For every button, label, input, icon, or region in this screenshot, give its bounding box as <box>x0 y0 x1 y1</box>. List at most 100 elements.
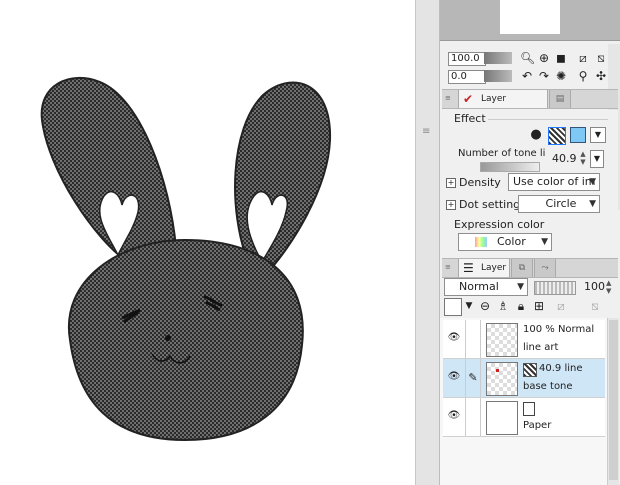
pin-icon[interactable]: ✣ <box>594 69 608 83</box>
mask-disabled-icon[interactable]: ⧅ <box>588 299 602 313</box>
layer-property-icon: ✔ <box>463 92 474 106</box>
reset-icon[interactable]: ✺ <box>554 69 568 83</box>
effect-heading: Effect <box>454 112 486 125</box>
density-dropdown[interactable]: Use color of im ▼ <box>508 173 600 191</box>
paper-layer-icon <box>523 402 535 416</box>
layer-info: 40.9 line <box>539 363 583 374</box>
tab-layer-alt-2[interactable]: ⤳ <box>534 259 556 277</box>
effect-tone-icon[interactable] <box>548 127 566 145</box>
tone-layer-icon <box>523 363 537 377</box>
zoom-in-icon[interactable]: ⊕ <box>537 51 551 65</box>
tab-layer-alt-1[interactable]: ⧉ <box>511 259 533 277</box>
chevron-down-icon: ▼ <box>589 199 596 209</box>
number-of-tone-lines-value[interactable]: 40.9 <box>552 152 577 165</box>
expression-color-dropdown[interactable]: Color ▼ <box>458 233 552 251</box>
opacity-slider[interactable] <box>534 281 576 295</box>
rotate-right-icon[interactable]: ↷ <box>537 69 551 83</box>
opacity-stepper[interactable]: ▲ ▼ <box>606 279 616 295</box>
opacity-value[interactable]: 100 <box>584 280 605 293</box>
layer-thumbnail <box>486 323 518 357</box>
bunny-tone-drawing <box>40 77 332 442</box>
rotate-input[interactable]: 0.0 <box>448 70 486 84</box>
chevron-down-icon: ▼ <box>541 237 548 247</box>
right-panel: 100.0 🔍︎ ⊕ ◼ ⧄ ⧅ 0.0 ↶ ↷ ✺ ⚲ ✣ ≡ ✔ Layer… <box>440 0 620 485</box>
divider-grip-icon[interactable]: ≡ <box>422 126 430 137</box>
layer-list: 👁︎ 100 % Normal line art 👁︎ ✎ 40.9 line … <box>440 318 607 485</box>
layer-name: Paper <box>523 420 552 431</box>
flip-h-icon[interactable]: ⧄ <box>576 51 590 65</box>
lock-alpha-icon[interactable]: ⊞ <box>532 299 546 313</box>
eye-icon[interactable]: 👁︎ <box>447 371 461 382</box>
layer-row-paper[interactable]: 👁︎ Paper <box>443 398 605 437</box>
blend-mode-dropdown[interactable]: Normal ▼ <box>444 278 528 296</box>
effect-dot-icon[interactable]: ● <box>528 127 544 143</box>
layer-search-icon: ⧉ <box>518 263 526 273</box>
layer-list-scroll-thumb[interactable] <box>609 320 618 480</box>
search-icon[interactable]: ⚲ <box>576 69 590 83</box>
dot-settings-label[interactable]: + Dot settings <box>446 198 526 211</box>
tab-layer-label: Layer <box>481 263 507 273</box>
density-dropdown-value: Use color of im <box>513 175 596 188</box>
tone-lines-stepper[interactable]: ▲ ▼ <box>578 150 588 166</box>
layer-row-line-art[interactable]: 👁︎ 100 % Normal line art <box>443 320 605 359</box>
layer-name: base tone <box>523 381 573 392</box>
flip-v-icon[interactable]: ⧅ <box>594 51 608 65</box>
tone-lines-slider[interactable] <box>480 162 540 172</box>
swatch-dropdown-icon[interactable]: ▼ <box>462 299 476 313</box>
density-label[interactable]: + Density <box>446 176 501 189</box>
layer-property-panel: Effect ● ▼ Number of tone li 40.9 ▲ ▼ ▼ +… <box>442 110 618 258</box>
effect-color-icon[interactable] <box>570 127 586 143</box>
reference-icon[interactable]: ♗ <box>496 299 510 313</box>
rotate-slider[interactable] <box>484 70 512 82</box>
chevron-down-icon: ▼ <box>589 177 596 187</box>
nose <box>165 335 171 341</box>
layer-thumbnail <box>486 401 518 435</box>
history-icon: ⤳ <box>541 263 549 273</box>
clip-icon[interactable]: ⊖ <box>478 299 492 313</box>
effect-dropdown-arrow[interactable]: ▼ <box>590 127 606 143</box>
layer-info: 100 % Normal <box>523 324 595 335</box>
layer-tabbar: ≡ ☰ Layer ⧉ ⤳ <box>442 258 618 278</box>
density-expand-icon[interactable]: + <box>446 178 456 188</box>
layer-row-base-tone[interactable]: 👁︎ ✎ 40.9 line base tone <box>443 359 605 398</box>
layer-property-tabbar: ≡ ✔ Layer Property ▤ <box>442 89 618 122</box>
tab-layer[interactable]: ☰ Layer <box>458 259 510 277</box>
eye-icon[interactable]: 👁︎ <box>447 332 461 343</box>
effect-divider <box>488 119 608 120</box>
layer-color-swatch[interactable] <box>444 298 462 316</box>
blend-mode-value: Normal <box>459 280 499 293</box>
zoom-out-icon[interactable]: 🔍︎ <box>520 51 535 65</box>
expression-color-heading: Expression color <box>454 218 545 231</box>
layer-name: line art <box>523 342 559 353</box>
head <box>67 238 304 442</box>
color-gradient-icon <box>475 237 487 247</box>
mask-icon[interactable]: ⧄ <box>554 299 568 313</box>
layer-list-scrollbar[interactable] <box>607 318 619 485</box>
lock-icon[interactable]: 🔒︎ <box>514 299 528 313</box>
layers-icon: ☰ <box>463 261 474 275</box>
fit-icon[interactable]: ◼ <box>554 51 568 65</box>
zoom-slider[interactable] <box>484 52 512 64</box>
tab-secondary[interactable]: ▤ <box>549 90 571 108</box>
edit-target-column[interactable] <box>465 320 481 358</box>
dot-settings-label-text: Dot settings <box>459 198 526 211</box>
rotate-left-icon[interactable]: ↶ <box>520 69 534 83</box>
navigator-preview[interactable] <box>440 0 620 41</box>
dot-settings-dropdown[interactable]: Circle ▼ <box>518 195 600 213</box>
zoom-input[interactable]: 100.0 <box>448 52 486 66</box>
tab-layer-property[interactable]: ✔ Layer Property <box>458 90 548 122</box>
layer-panel-menu-icon[interactable]: ≡ <box>445 263 453 271</box>
density-label-text: Density <box>459 176 501 189</box>
drawing-canvas[interactable] <box>0 0 415 485</box>
eye-icon[interactable]: 👁︎ <box>447 410 461 421</box>
panel-divider[interactable]: ≡ <box>415 0 440 485</box>
layer-thumbnail <box>486 362 518 396</box>
number-of-tone-lines-label: Number of tone li <box>458 148 546 159</box>
right-ear <box>234 81 332 274</box>
dot-settings-dropdown-value: Circle <box>545 197 577 210</box>
edit-target-column[interactable] <box>465 398 481 436</box>
tone-lines-dropdown-arrow[interactable]: ▼ <box>590 150 604 168</box>
pen-icon[interactable]: ✎ <box>465 359 481 397</box>
panel-menu-icon[interactable]: ≡ <box>445 94 453 102</box>
dot-settings-expand-icon[interactable]: + <box>446 200 456 210</box>
